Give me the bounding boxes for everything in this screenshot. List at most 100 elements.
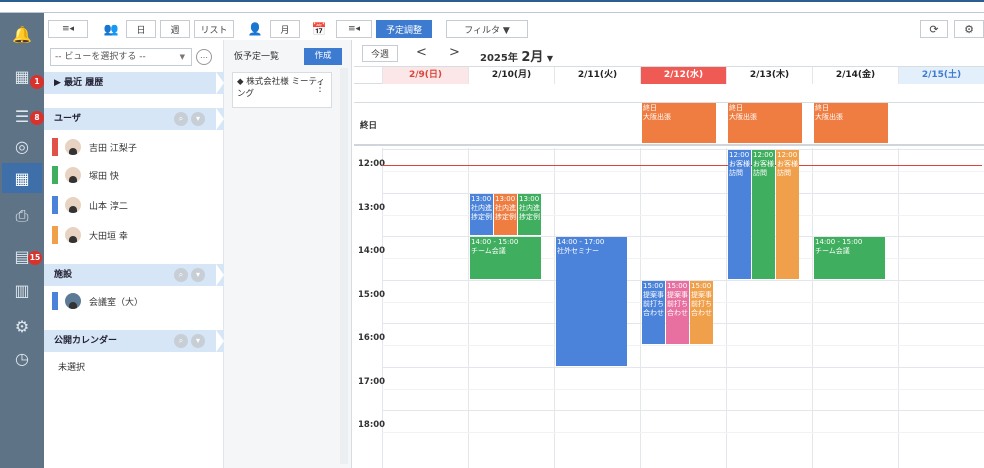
calendar-event[interactable]: 15:00 提案事前打ち合わせ — [666, 280, 689, 345]
hour-label: 17:00 — [358, 376, 386, 387]
list-view-button[interactable]: リスト — [194, 20, 234, 38]
filter-button[interactable]: フィルタ ▼ — [446, 20, 528, 38]
view-select[interactable]: -- ビューを選択する -- ▼ — [50, 48, 192, 66]
search-icon[interactable]: ⌕ — [174, 112, 188, 126]
hour-label: 13:00 — [358, 202, 386, 213]
user-name: 吉田 江梨子 — [89, 143, 137, 154]
calendar-event[interactable]: 12:00 お客様訪問 — [752, 150, 775, 279]
mail-icon[interactable]: ⎙ — [6, 201, 38, 231]
schedule-adjust-button[interactable]: 予定調整 — [376, 20, 432, 38]
collapse-icon: ≡◂ — [61, 24, 75, 34]
settings-icon[interactable]: ⚙ — [6, 311, 38, 341]
toggle-tentative-button[interactable]: ≡◂ — [336, 20, 372, 38]
time-grid: 12:00 13:00 14:00 15:00 16:00 17:00 18:00 13:00… — [354, 148, 984, 468]
day-header[interactable]: 2/15(土) — [898, 67, 984, 84]
public-calendar-value: 未選択 — [58, 363, 86, 373]
tentative-card[interactable]: ◆ 株式会社様 ミーティング ⋮ — [232, 72, 332, 108]
collapse-icon: ≡◂ — [347, 24, 361, 34]
avatar — [65, 197, 81, 213]
scrollbar[interactable] — [340, 68, 348, 464]
allday-event[interactable]: 終日 大阪出張 — [814, 103, 888, 143]
user-item[interactable]: 塚田 快 — [52, 166, 119, 184]
day-header[interactable]: 2/12(水) — [640, 67, 726, 84]
user-item[interactable]: 吉田 江梨子 — [52, 138, 137, 156]
calendar-event[interactable]: 12:00 お客様訪問 — [776, 150, 799, 279]
facility-icon — [65, 293, 81, 309]
more-icon[interactable]: … — [196, 49, 212, 65]
search-icon[interactable]: ⌕ — [174, 334, 188, 348]
app-icon-rail: 🔔 ▦ 1 ☰ 8 ◎ ▦ ⎙ ▤ 15 ▥ ⚙ ◷ — [0, 13, 44, 468]
grid-column-line — [468, 148, 469, 468]
half-hour-line — [382, 388, 984, 390]
facility-color-bar — [52, 292, 58, 310]
user-item[interactable]: 大田垣 幸 — [52, 226, 128, 244]
current-time-line — [382, 165, 982, 167]
chevron-down-icon[interactable]: ▾ — [191, 112, 205, 126]
user-color-bar — [52, 226, 58, 244]
calendar-event[interactable]: 15:00 提案事前打ち合わせ — [642, 280, 665, 345]
search-icon[interactable]: ⌕ — [174, 268, 188, 282]
notification-badge: 8 — [30, 111, 44, 125]
month-label: 2月 — [521, 50, 544, 65]
calendar-icon[interactable]: ▦ — [2, 163, 42, 193]
report-icon[interactable]: ▥ — [6, 275, 38, 305]
allday-event[interactable]: 終日 大阪出張 — [728, 103, 802, 143]
calendar-event[interactable]: 14:00 - 15:00 チーム会議 — [470, 237, 541, 279]
chevron-down-icon: ▼ — [179, 53, 185, 61]
gear-icon[interactable]: ⚙ — [954, 20, 984, 38]
next-week-button[interactable]: > — [449, 45, 460, 60]
public-calendar-title: 公開カレンダー — [54, 336, 118, 346]
calendar-panel: 今週 < > 2025年 2月 ▼ 2/9(日) 2/10(月) 2/11(火) 2/… — [354, 40, 984, 468]
user-color-bar — [52, 166, 58, 184]
bell-icon[interactable]: 🔔 — [6, 19, 38, 49]
half-hour-line — [382, 171, 984, 173]
person-view-icon[interactable]: 👤 — [244, 20, 266, 38]
day-view-button[interactable]: 日 — [126, 20, 156, 38]
day-header-row: 2/9(日) 2/10(月) 2/11(火) 2/12(水) 2/13(木) 2/14(金… — [354, 66, 984, 84]
day-header[interactable]: 2/14(金) — [812, 67, 898, 84]
facility-item[interactable]: 会議室（大） — [52, 292, 143, 310]
chevron-down-icon[interactable]: ▾ — [191, 334, 205, 348]
week-view-button[interactable]: 週 — [160, 20, 190, 38]
half-hour-line — [382, 345, 984, 347]
calendar-event[interactable]: 14:00 - 15:00 チーム会議 — [814, 237, 885, 279]
group-view-icon[interactable]: 👥 — [100, 20, 122, 38]
year-label: 2025年 — [480, 53, 518, 64]
hour-line — [382, 410, 984, 412]
view-select-value: -- ビューを選択する -- — [55, 52, 146, 62]
more-vertical-icon[interactable]: ⋮ — [315, 83, 325, 95]
group-icon[interactable]: ◎ — [6, 131, 38, 161]
prev-week-button[interactable]: < — [416, 45, 427, 60]
allday-event[interactable]: 終日 大阪出張 — [642, 103, 716, 143]
calendar-event[interactable]: 12:00 お客様訪問 — [728, 150, 751, 279]
month-selector[interactable]: 2025年 2月 ▼ — [480, 46, 553, 65]
calendar-event[interactable]: 13:00 社内進捗定例 — [518, 193, 541, 236]
day-header[interactable]: 2/9(日) — [382, 67, 468, 84]
calendar-event[interactable]: 15:00 提案事前打ち合わせ — [690, 280, 713, 345]
chevron-down-icon[interactable]: ▾ — [191, 268, 205, 282]
user-name: 塚田 快 — [89, 171, 119, 182]
chevron-down-icon: ▼ — [546, 54, 554, 63]
day-header[interactable]: 2/10(月) — [468, 67, 554, 84]
user-color-bar — [52, 196, 58, 214]
refresh-icon[interactable]: ⟳ — [920, 20, 948, 38]
calendar-event[interactable]: 13:00 社内進捗定例 — [470, 193, 493, 236]
grid-column-line — [898, 148, 899, 468]
calendar-today-icon[interactable]: 📅 — [308, 20, 330, 38]
toggle-panel-button[interactable]: ≡◂ — [48, 20, 88, 38]
hour-line — [382, 366, 984, 368]
this-week-button[interactable]: 今週 — [362, 45, 398, 62]
grid-column-line — [640, 148, 641, 468]
user-item[interactable]: 山本 淳二 — [52, 196, 128, 214]
month-view-button[interactable]: 月 — [270, 20, 300, 38]
user-name: 大田垣 幸 — [89, 231, 128, 242]
calendar-event[interactable]: 13:00 社内進捗定例 — [494, 193, 517, 236]
clock-icon[interactable]: ◷ — [6, 343, 38, 373]
history-section[interactable]: ▶ 最近 履歴 — [44, 72, 224, 94]
day-header[interactable]: 2/13(木) — [726, 67, 812, 84]
allday-row: 終日 終日 大阪出張 終日 大阪出張 終日 大阪出張 — [354, 102, 984, 146]
allday-label: 終日 — [360, 121, 378, 131]
calendar-event[interactable]: 14:00 - 17:00 社外セミナー — [556, 237, 627, 366]
create-button[interactable]: 作成 — [304, 48, 342, 65]
day-header[interactable]: 2/11(火) — [554, 67, 640, 84]
